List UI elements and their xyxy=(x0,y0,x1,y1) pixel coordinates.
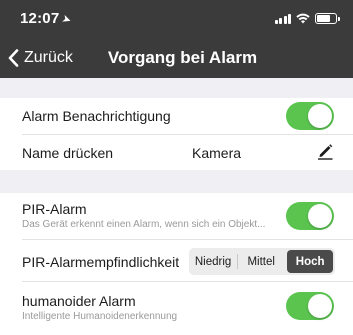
sensitivity-segmented-control: Niedrig Mittel Hoch xyxy=(189,248,335,275)
page-title: Vorgang bei Alarm xyxy=(107,48,258,67)
name-press-row[interactable]: Name drücken Kamera xyxy=(0,135,353,170)
alarm-notification-row: Alarm Benachrichtigung xyxy=(0,98,353,135)
humanoid-alarm-description: Intelligente Humanoidenerkennung xyxy=(22,311,178,322)
sensitivity-option-low[interactable]: Niedrig xyxy=(189,248,237,275)
navigation-header: 12:07➤ Zurück Vorgang bei Alarm xyxy=(0,0,353,78)
pir-alarm-toggle[interactable] xyxy=(286,202,334,230)
pir-sensitivity-row: PIR-Alarmempfindlichkeit Niedrig Mittel … xyxy=(0,240,353,282)
pir-alarm-description: Das Gerät erkennt einen Alarm, wenn sich… xyxy=(22,219,266,230)
status-time: 12:07➤ xyxy=(20,10,74,28)
location-arrow-icon: ➤ xyxy=(60,12,74,28)
wifi-icon xyxy=(296,13,310,24)
toggle-knob xyxy=(308,294,332,318)
humanoid-alarm-row: humanoider Alarm Intelligente Humanoiden… xyxy=(0,282,353,335)
section-separator xyxy=(0,78,353,98)
battery-icon xyxy=(315,13,340,24)
device-name-value: Kamera xyxy=(192,145,242,161)
sensitivity-option-medium[interactable]: Mittel xyxy=(237,248,285,275)
toggle-knob xyxy=(308,204,332,228)
sensitivity-option-high[interactable]: Hoch xyxy=(287,250,334,273)
pir-sensitivity-label: PIR-Alarmempfindlichkeit xyxy=(22,254,180,270)
status-icons xyxy=(274,13,340,24)
humanoid-alarm-label: humanoider Alarm xyxy=(22,293,136,309)
toggle-knob xyxy=(308,104,332,128)
pencil-edit-icon[interactable] xyxy=(316,142,334,160)
cellular-signal-icon xyxy=(274,14,291,24)
alarm-notification-label: Alarm Benachrichtigung xyxy=(22,108,171,124)
humanoid-alarm-toggle[interactable] xyxy=(286,292,334,320)
pir-alarm-row: PIR-Alarm Das Gerät erkennt einen Alarm,… xyxy=(0,193,353,240)
alarm-notification-toggle[interactable] xyxy=(286,102,334,130)
status-time-text: 12:07 xyxy=(20,10,60,27)
name-press-label: Name drücken xyxy=(22,145,114,161)
section-separator xyxy=(0,170,353,193)
pir-alarm-label: PIR-Alarm xyxy=(22,201,87,217)
